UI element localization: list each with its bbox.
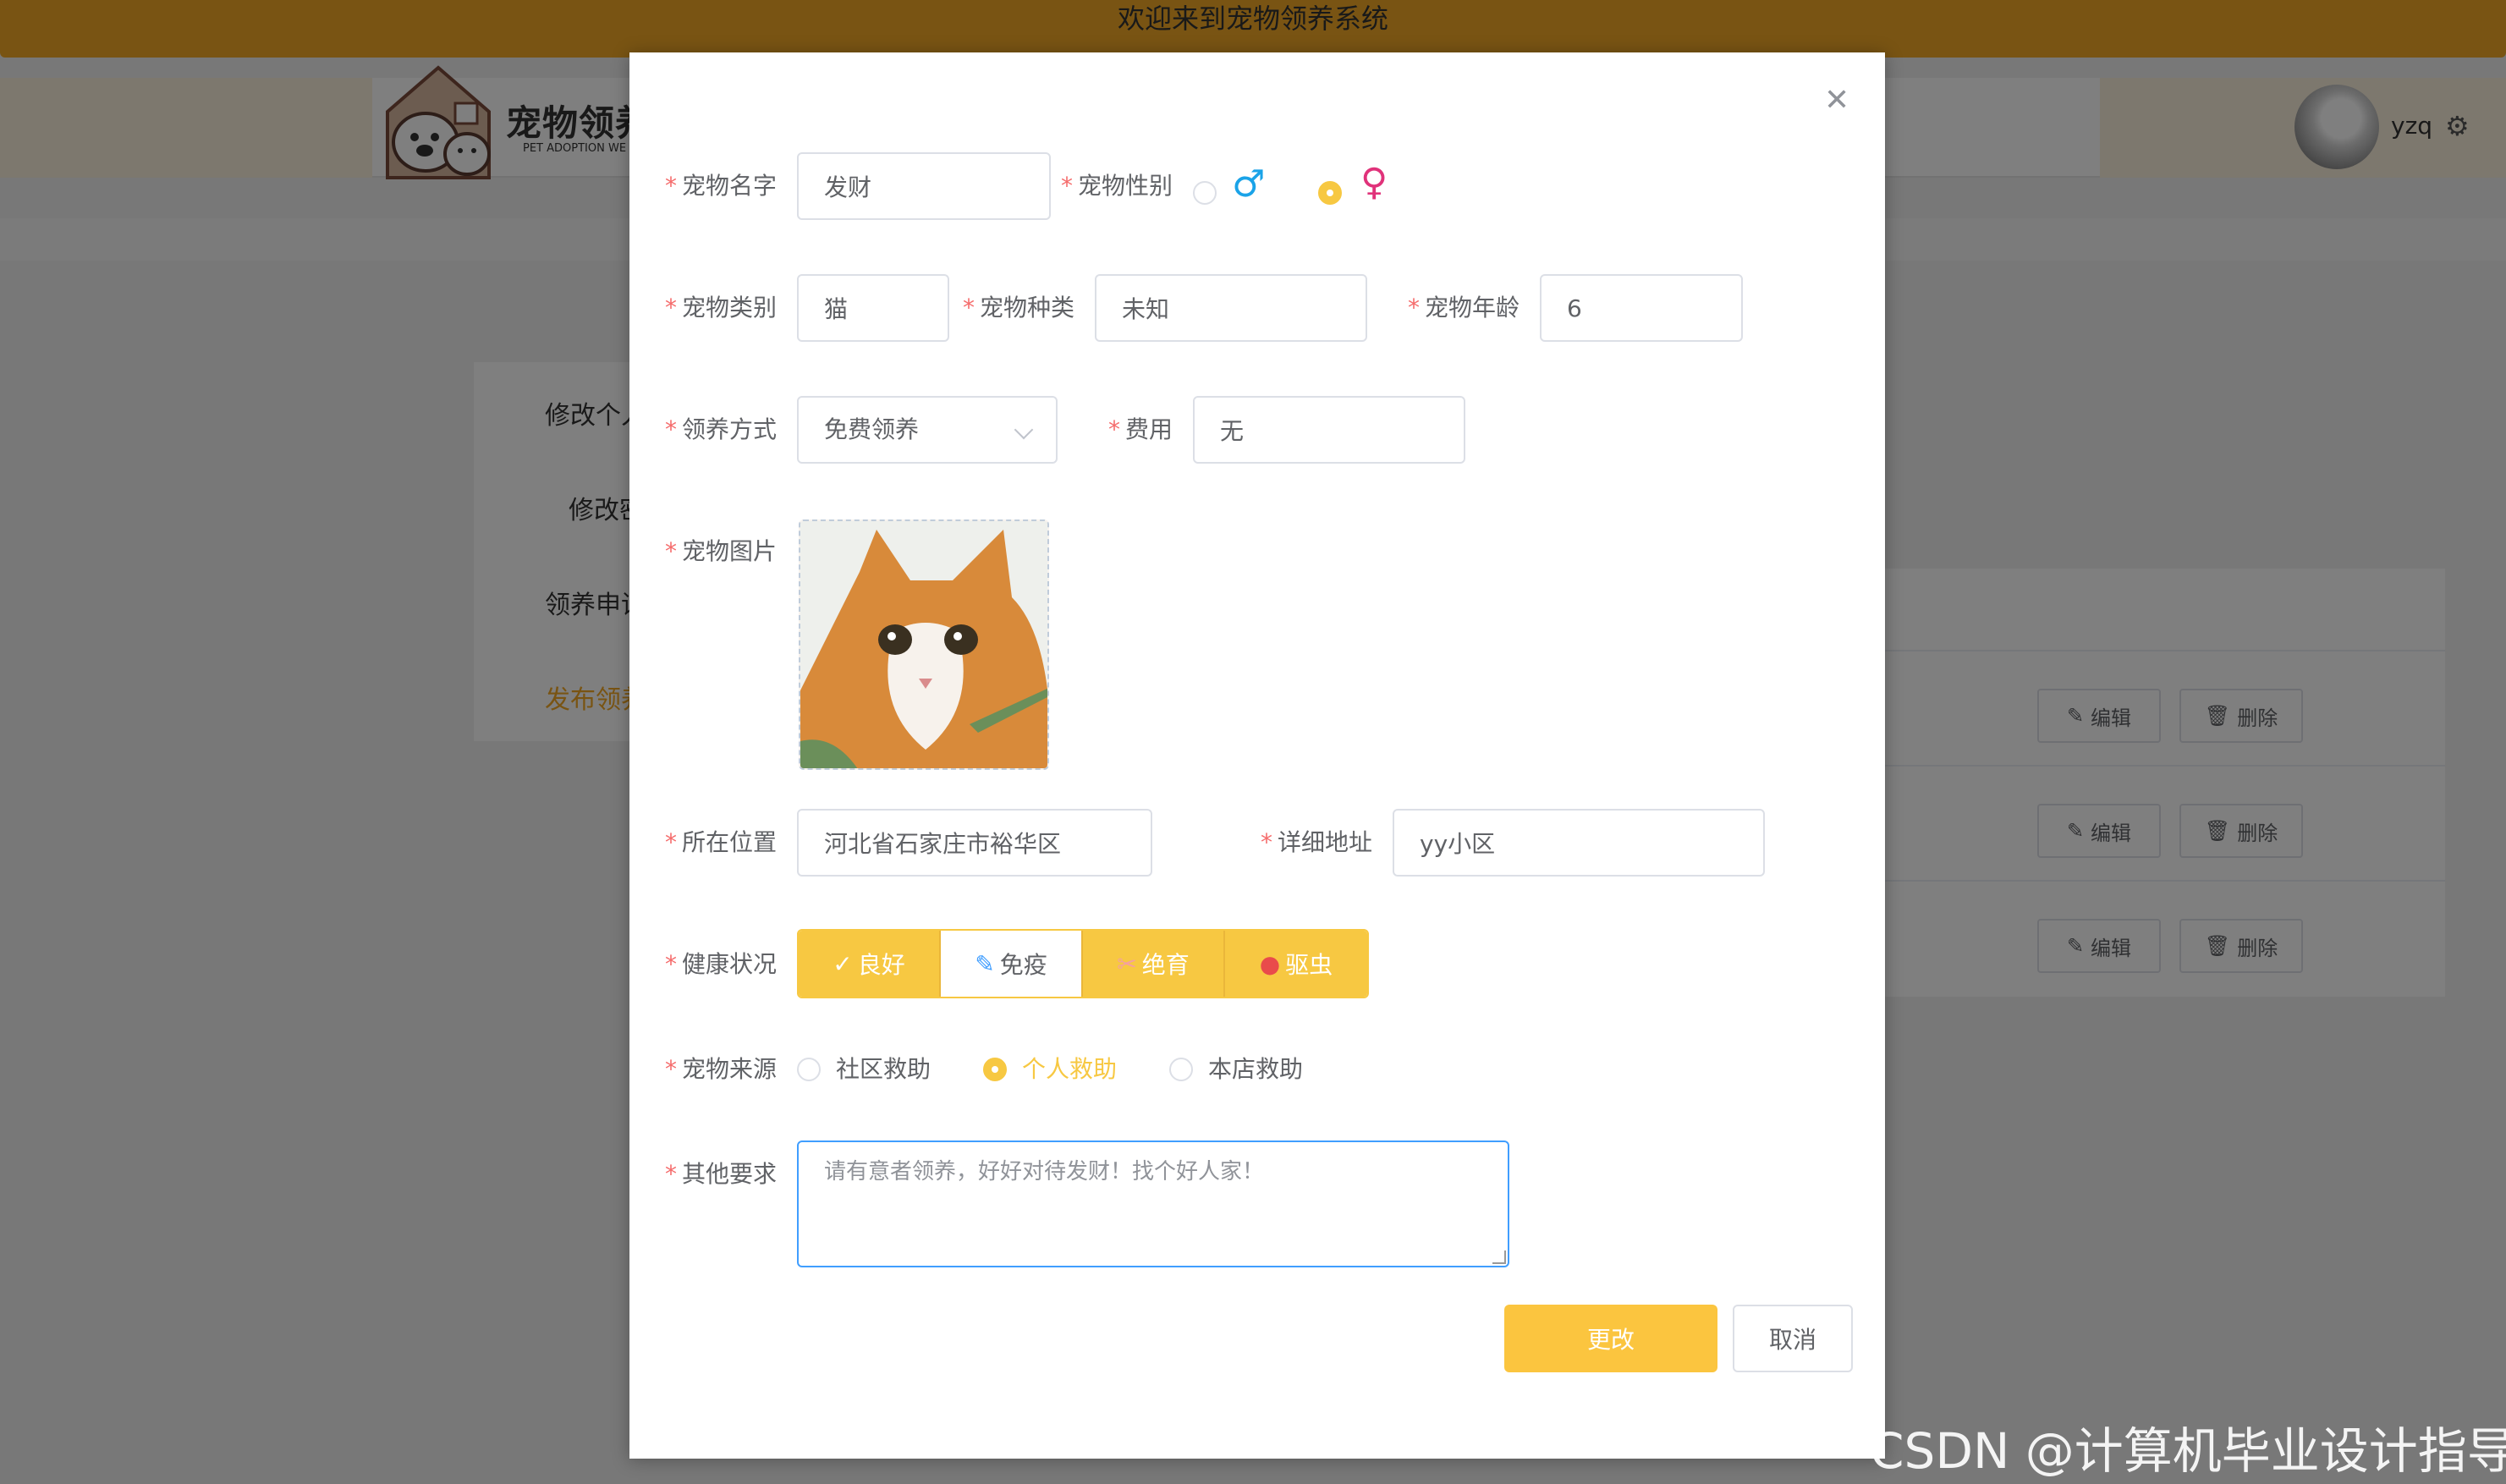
pet-breed-input[interactable] xyxy=(1095,274,1367,342)
health-tag-label: 免疫 xyxy=(999,951,1047,979)
source-radio-personal[interactable] xyxy=(983,1058,1007,1081)
health-tag-good[interactable]: ✓ 良好 xyxy=(799,931,941,997)
submit-button[interactable]: 更改 xyxy=(1504,1305,1717,1372)
pill-icon: ● xyxy=(1259,949,1281,978)
pet-age-input[interactable] xyxy=(1540,274,1743,342)
male-icon[interactable]: ♂ xyxy=(1232,166,1265,203)
address-label: * 详细地址 xyxy=(1261,828,1373,856)
cat-photo xyxy=(800,521,1047,768)
pet-name-label: * 宠物名字 xyxy=(665,172,778,200)
health-tag-label: 良好 xyxy=(857,951,905,979)
pet-name-input[interactable] xyxy=(797,152,1051,220)
health-tag-group: ✓ 良好 ✎ 免疫 ✂ 绝育 ● 驱虫 xyxy=(797,929,1369,998)
gender-radio-female[interactable] xyxy=(1318,181,1342,205)
source-option-store[interactable]: 本店救助 xyxy=(1208,1053,1303,1086)
close-icon[interactable]: ✕ xyxy=(1824,83,1849,118)
health-label: * 健康状况 xyxy=(665,950,778,978)
fee-label: * 费用 xyxy=(1108,415,1173,443)
other-textarea[interactable]: 请有意者领养，好好对待发财！找个好人家！ xyxy=(797,1140,1509,1267)
health-tag-dewormed[interactable]: ● 驱虫 xyxy=(1225,931,1367,997)
location-input[interactable] xyxy=(797,809,1152,877)
cancel-button[interactable]: 取消 xyxy=(1733,1305,1853,1372)
pet-gender-label: * 宠物性别 xyxy=(1061,172,1173,200)
resize-handle-icon[interactable] xyxy=(1492,1250,1506,1264)
check-icon: ✓ xyxy=(833,949,853,978)
source-option-community[interactable]: 社区救助 xyxy=(836,1053,931,1086)
health-tag-vaccinated[interactable]: ✎ 免疫 xyxy=(941,931,1083,997)
health-tag-label: 绝育 xyxy=(1141,951,1190,979)
pet-age-label: * 宠物年龄 xyxy=(1408,294,1520,322)
health-tag-label: 驱虫 xyxy=(1285,951,1333,979)
gender-radio-male[interactable] xyxy=(1193,181,1217,205)
adoption-method-label: * 领养方式 xyxy=(665,415,778,443)
pet-category-label: * 宠物类别 xyxy=(665,294,778,322)
pet-photo-upload[interactable] xyxy=(799,519,1049,770)
source-option-personal[interactable]: 个人救助 xyxy=(1022,1053,1117,1086)
syringe-icon: ✎ xyxy=(975,949,995,978)
pet-category-input[interactable] xyxy=(797,274,949,342)
source-radio-community[interactable] xyxy=(797,1058,821,1081)
location-label: * 所在位置 xyxy=(665,828,778,856)
source-label: * 宠物来源 xyxy=(665,1055,778,1083)
health-tag-neutered[interactable]: ✂ 绝育 xyxy=(1083,931,1225,997)
watermark: CSDN @计算机毕业设计指导 xyxy=(1870,1422,2506,1480)
source-radio-store[interactable] xyxy=(1169,1058,1193,1081)
other-label: * 其他要求 xyxy=(665,1160,778,1188)
adoption-method-value: 免费领养 xyxy=(824,415,920,443)
scissors-icon: ✂ xyxy=(1117,949,1137,978)
address-input[interactable] xyxy=(1393,809,1765,877)
female-icon[interactable]: ♀ xyxy=(1360,164,1388,201)
pet-breed-label: * 宠物种类 xyxy=(963,294,1075,322)
fee-input[interactable] xyxy=(1193,396,1465,464)
pet-photo-label: * 宠物图片 xyxy=(665,537,778,565)
